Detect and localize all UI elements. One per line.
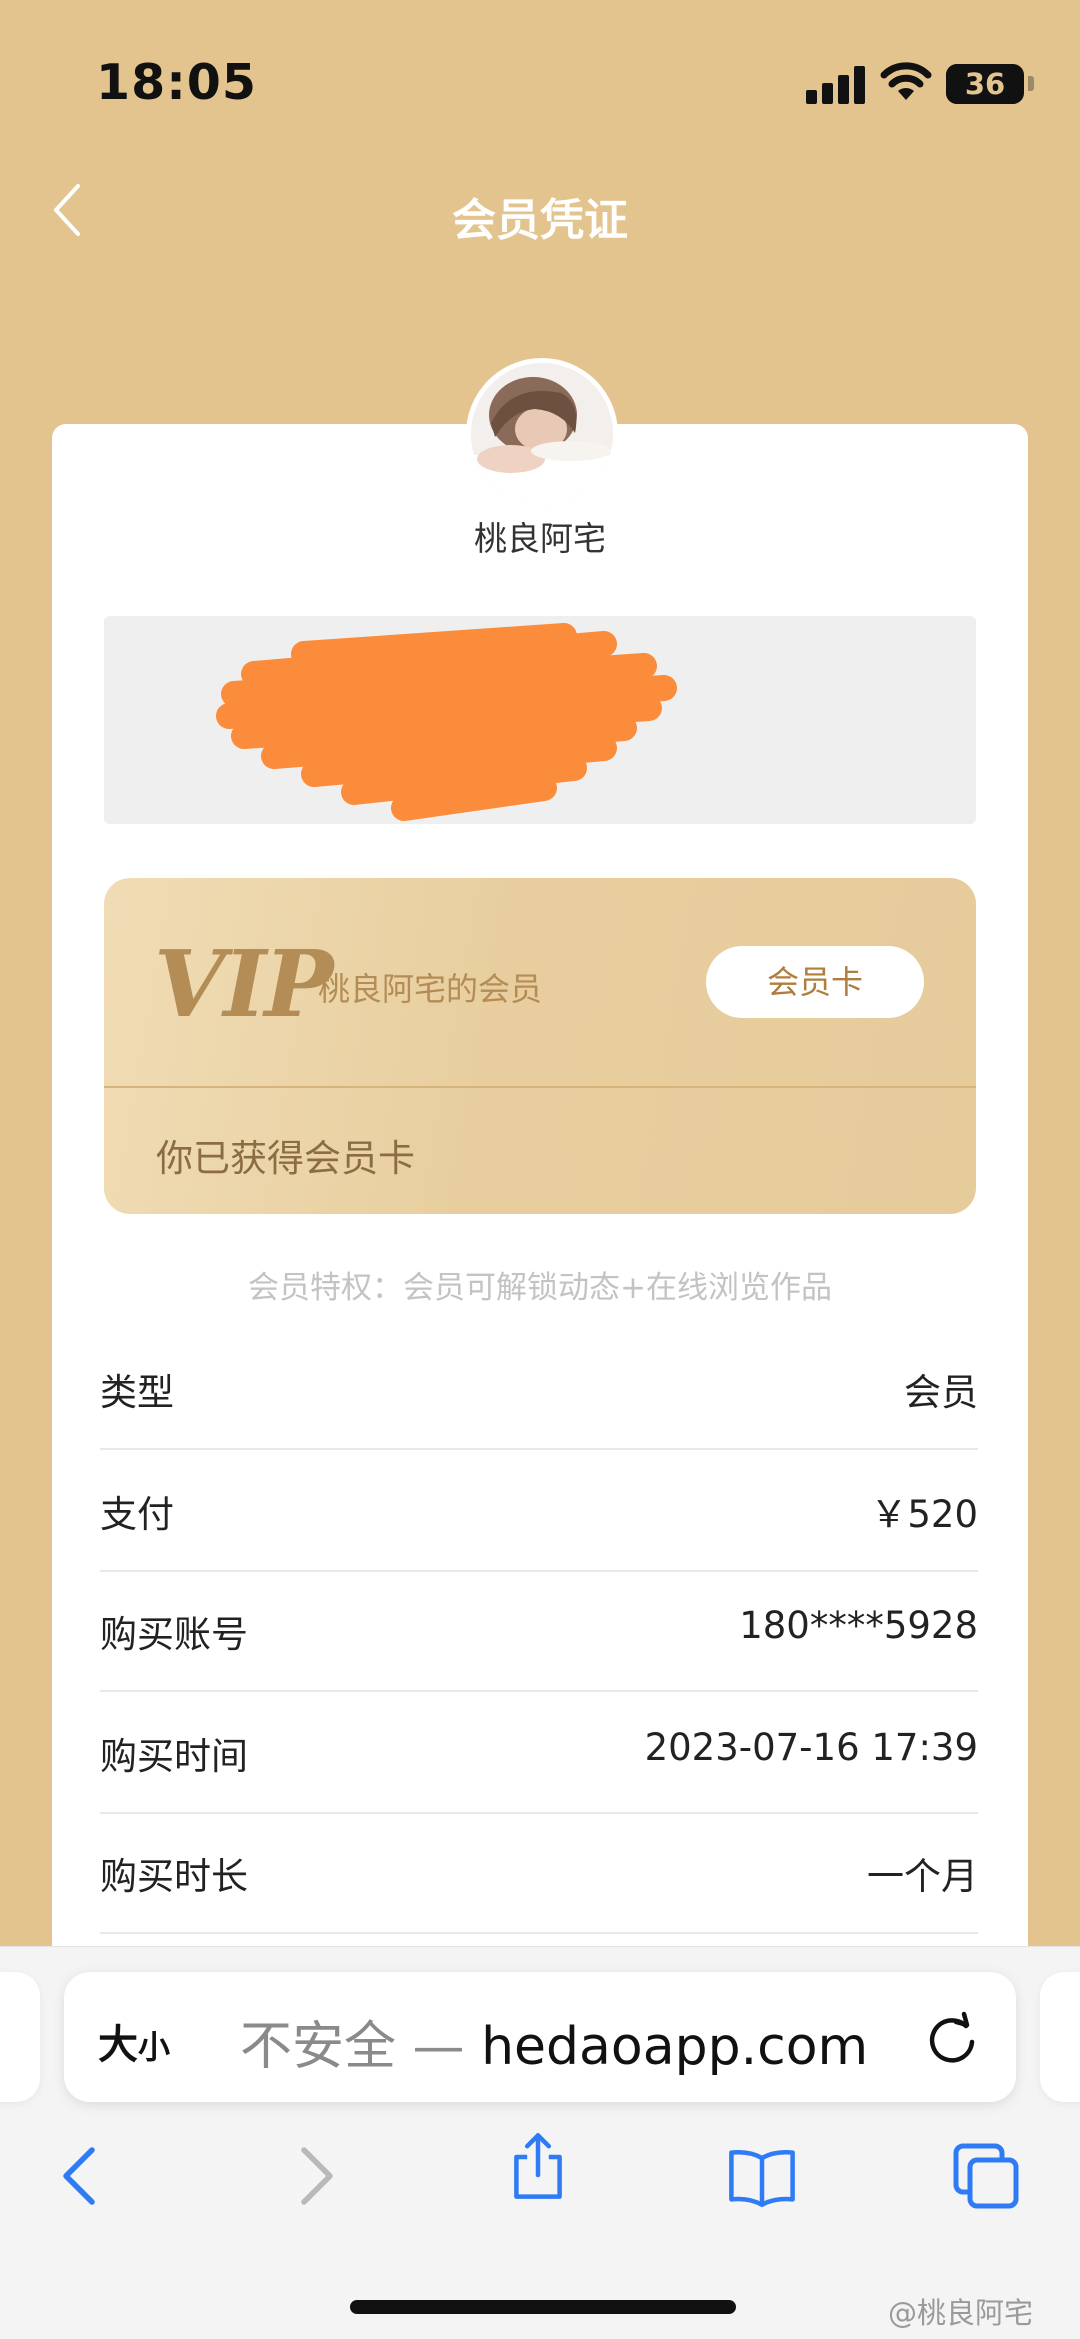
text-size-small: 小	[138, 2028, 171, 2066]
text-size-button[interactable]: 大小	[98, 2012, 170, 2070]
battery-cap	[1028, 76, 1034, 91]
avatar[interactable]	[466, 358, 618, 510]
row-value: 一个月	[867, 1855, 978, 1898]
page-title: 会员凭证	[452, 195, 628, 246]
vip-status: 你已获得会员卡	[156, 1137, 415, 1180]
url-text: 不安全 — hedaoapp.com	[240, 2004, 868, 2079]
vip-card: VIP 桃良阿宅的会员 会员卡 你已获得会员卡	[104, 878, 976, 1214]
address-bar[interactable]: 大小 不安全 — hedaoapp.com	[64, 1972, 1016, 2102]
tabs-icon[interactable]	[950, 2140, 1022, 2212]
share-icon[interactable]	[502, 2130, 574, 2202]
vip-subtitle: 桃良阿宅的会员	[318, 970, 543, 1008]
cellular-signal-icon	[806, 66, 866, 104]
detail-row-payment: 支付 ￥520	[100, 1450, 978, 1572]
row-value: ￥520	[870, 1493, 978, 1536]
home-indicator	[350, 2300, 736, 2314]
security-label: 不安全 —	[240, 2017, 482, 2077]
row-value: 2023-07-16 17:39	[644, 1726, 978, 1769]
forward-icon[interactable]	[278, 2140, 350, 2212]
row-value: 180****5928	[739, 1604, 978, 1647]
member-card-button[interactable]: 会员卡	[706, 946, 924, 1018]
divider	[104, 1086, 976, 1088]
battery-icon: 36	[946, 64, 1024, 104]
detail-row-type: 类型 会员	[100, 1328, 978, 1450]
redacted-info	[104, 616, 976, 824]
bookmarks-icon[interactable]	[726, 2140, 798, 2212]
row-label: 购买账号	[100, 1613, 248, 1656]
text-size-big: 大	[98, 2022, 138, 2068]
status-time: 18:05	[96, 54, 257, 111]
watermark: @桃良阿宅	[888, 2296, 1034, 2330]
back-icon[interactable]	[46, 2140, 118, 2212]
wifi-icon	[880, 62, 932, 100]
previous-tab-preview[interactable]	[0, 1972, 40, 2102]
row-label: 购买时间	[100, 1735, 248, 1778]
detail-row-duration: 购买时长 一个月	[100, 1812, 978, 1934]
row-label: 支付	[100, 1493, 174, 1536]
username: 桃良阿宅	[474, 519, 606, 558]
row-value: 会员	[904, 1371, 978, 1414]
detail-row-account: 购买账号 180****5928	[100, 1570, 978, 1692]
privilege-note: 会员特权：会员可解锁动态+在线浏览作品	[248, 1270, 832, 1306]
detail-row-time: 购买时间 2023-07-16 17:39	[100, 1692, 978, 1814]
reload-icon[interactable]	[922, 2008, 982, 2068]
row-label: 购买时长	[100, 1855, 248, 1898]
domain-label: hedaoapp.com	[481, 2017, 869, 2077]
next-tab-preview[interactable]	[1040, 1972, 1080, 2102]
vip-logo: VIP	[154, 930, 334, 1038]
row-label: 类型	[100, 1371, 174, 1414]
status-bar: 18:05 36	[0, 0, 1080, 150]
battery-level: 36	[964, 67, 1006, 101]
